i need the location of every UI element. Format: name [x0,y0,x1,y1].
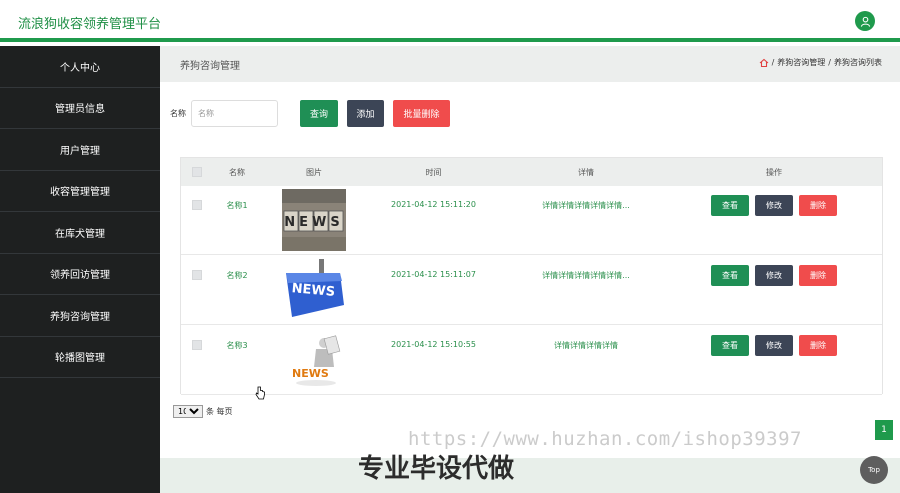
row-detail[interactable]: 详情详情详情详情 [526,340,646,351]
row-name: 名称2 [226,271,248,280]
row-image-text: NEWS [292,367,329,380]
page-header-bar: 养狗咨询管理 / 养狗咨询管理 / 养狗咨询列表 [160,46,900,82]
row-image: NEWS [282,189,346,251]
row-time: 2021-04-12 15:10:55 [391,340,476,349]
table-row: 名称1 NEWS 2021-04-12 15:11:20 详情详情详情详情详情.… [181,186,882,255]
column-header-time: 时间 [425,168,442,177]
row-image: NEWS [282,259,346,321]
row-checkbox[interactable] [192,340,202,350]
mouse-cursor-icon [255,386,265,400]
row-checkbox[interactable] [192,200,202,210]
page-title: 养狗咨询管理 [180,61,240,72]
pagination-current-page[interactable]: 1 [875,420,893,440]
row-detail[interactable]: 详情详情详情详情详情... [526,200,646,211]
view-button[interactable]: 查看 [711,335,749,356]
query-button[interactable]: 查询 [300,100,338,127]
sidebar-item-shelter[interactable]: 收容管理管理 [0,171,160,212]
row-detail[interactable]: 详情详情详情详情详情... [526,270,646,281]
cn-watermark: 专业毕设代做 [358,454,515,484]
table-row: 名称3 NEWS 2021-04-12 15:10:55 详情详情详情详情 查看… [181,326,882,395]
url-watermark: https://www.huzhan.com/ishop39397 [408,428,802,450]
sidebar: 个人中心 管理员信息 用户管理 收容管理管理 在库犬管理 领养回访管理 养狗咨询… [0,46,160,493]
view-button[interactable]: 查看 [711,195,749,216]
select-all-checkbox[interactable] [192,167,202,177]
sidebar-item-dog-consultation[interactable]: 养狗咨询管理 [0,295,160,337]
edit-button[interactable]: 修改 [755,265,793,286]
app-title: 流浪狗收容领养管理平台 [18,17,162,32]
footer-band [160,458,900,493]
breadcrumb: / 养狗咨询管理 / 养狗咨询列表 [759,57,882,68]
row-checkbox[interactable] [192,270,202,280]
sidebar-item-adoption-visits[interactable]: 领养回访管理 [0,254,160,295]
sidebar-item-carousel[interactable]: 轮播图管理 [0,337,160,378]
delete-button[interactable]: 删除 [799,195,837,216]
breadcrumb-separator: / [828,58,831,67]
delete-button[interactable]: 删除 [799,335,837,356]
sidebar-item-admin-info[interactable]: 管理员信息 [0,88,160,129]
edit-button[interactable]: 修改 [755,335,793,356]
column-header-name: 名称 [229,168,245,177]
delete-button[interactable]: 删除 [799,265,837,286]
column-header-detail: 详情 [578,168,594,177]
user-avatar-icon[interactable] [855,11,875,31]
row-time: 2021-04-12 15:11:20 [391,200,476,209]
breadcrumb-item-parent[interactable]: 养狗咨询管理 [777,57,825,68]
sidebar-item-personal-center[interactable]: 个人中心 [0,46,160,88]
edit-button[interactable]: 修改 [755,195,793,216]
main-content: 养狗咨询管理 / 养狗咨询管理 / 养狗咨询列表 名称 查询 添加 批量删除 名… [160,46,900,493]
sidebar-item-users[interactable]: 用户管理 [0,129,160,171]
row-time: 2021-04-12 15:11:07 [391,270,476,279]
data-table: 名称 图片 时间 详情 操作 名称1 NEWS 2021-04-12 15:11… [180,157,883,395]
breadcrumb-separator: / [771,58,775,67]
search-name-input[interactable] [191,100,278,127]
page-size-select[interactable]: 10 [173,405,203,418]
home-icon[interactable] [759,58,769,68]
view-button[interactable]: 查看 [711,265,749,286]
breadcrumb-item-current: 养狗咨询列表 [834,58,882,67]
row-name: 名称1 [226,201,248,210]
row-image-text: NEWS [284,215,343,230]
page-size-suffix: 条 每页 [206,407,233,416]
batch-delete-button[interactable]: 批量删除 [393,100,450,127]
table-row: 名称2 NEWS 2021-04-12 15:11:07 详情详情详情详情详情.… [181,256,882,325]
row-image: NEWS [282,329,346,391]
column-header-actions: 操作 [766,168,782,177]
column-header-image: 图片 [306,168,322,177]
add-button[interactable]: 添加 [347,100,384,127]
page-size-control: 10 条 每页 [173,405,233,418]
top-header: 流浪狗收容领养管理平台 [0,0,900,42]
table-header: 名称 图片 时间 详情 操作 [181,158,882,186]
search-name-label: 名称 [170,109,186,118]
row-name: 名称3 [226,341,248,350]
sidebar-item-dogs-in-stock[interactable]: 在库犬管理 [0,212,160,254]
back-to-top-button[interactable]: Top [860,456,888,484]
